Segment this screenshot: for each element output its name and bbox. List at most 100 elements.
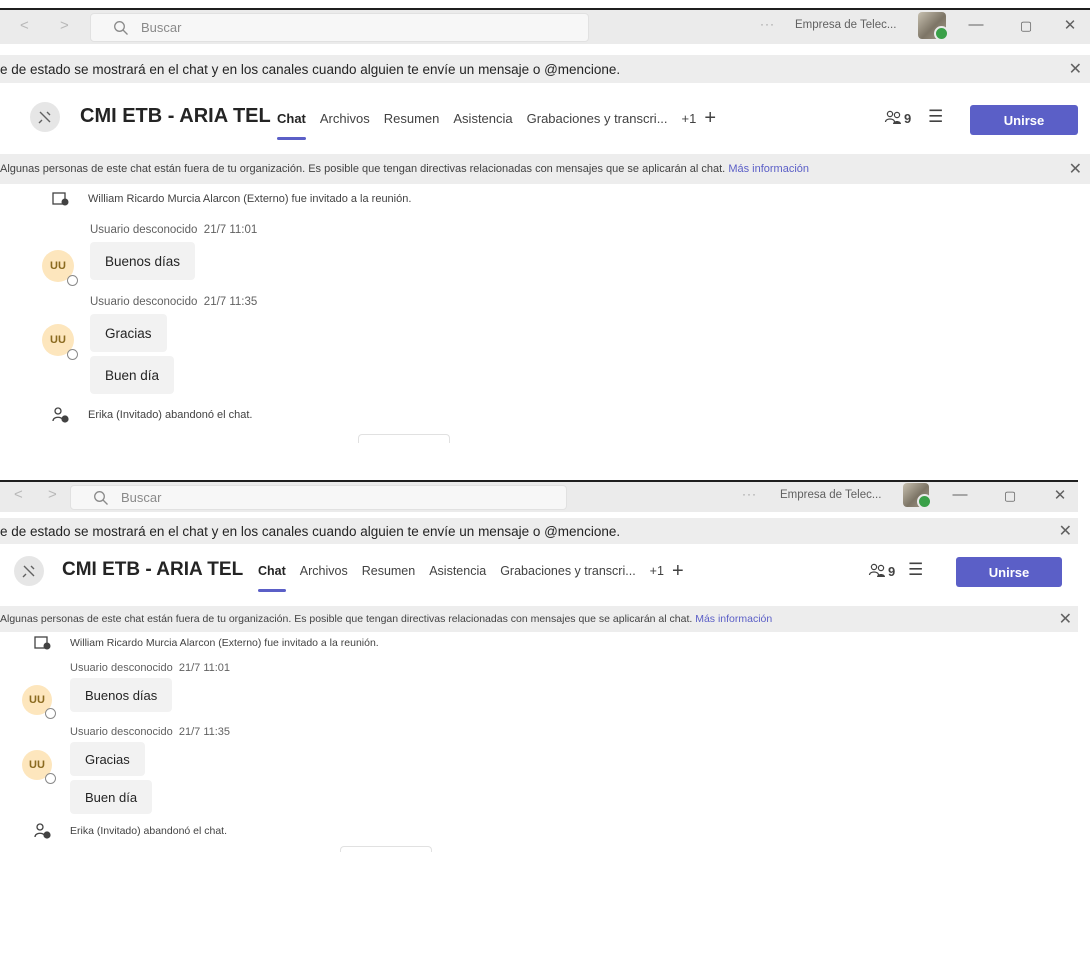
- tab-bar: Chat Archivos Resumen Asistencia Grabaci…: [258, 561, 684, 592]
- more-info-link[interactable]: Más información: [695, 613, 772, 625]
- status-notice-text: e de estado se mostrará en el chat y en …: [0, 523, 621, 539]
- forward-arrow-icon[interactable]: >: [60, 17, 69, 34]
- org-name[interactable]: Empresa de Telec...: [780, 489, 881, 501]
- offline-status-icon: [45, 773, 56, 784]
- search-icon: [94, 490, 108, 505]
- message-meta: Usuario desconocido 21/7 11:01: [70, 662, 231, 674]
- add-tab-icon[interactable]: +: [672, 561, 684, 581]
- external-people-banner: Algunas personas de este chat están fuer…: [0, 606, 1078, 632]
- search-input[interactable]: Buscar: [90, 13, 589, 42]
- search-placeholder: Buscar: [121, 490, 162, 505]
- join-button[interactable]: Unirse: [970, 105, 1078, 135]
- offline-status-icon: [45, 708, 56, 719]
- message-bubble[interactable]: Buen día: [90, 356, 175, 394]
- message-bubble[interactable]: Buenos días: [70, 678, 173, 712]
- external-people-banner: Algunas personas de este chat están fuer…: [0, 154, 1090, 184]
- close-window-icon[interactable]: ✕: [1060, 16, 1080, 34]
- close-window-icon[interactable]: ✕: [1050, 486, 1070, 504]
- meeting-chat-icon: [14, 556, 44, 586]
- list-view-icon[interactable]: ☰: [908, 560, 923, 580]
- message-bubble[interactable]: Buen día: [70, 780, 153, 814]
- search-input[interactable]: Buscar: [70, 485, 567, 510]
- avatar[interactable]: UU: [22, 685, 56, 719]
- back-arrow-icon[interactable]: <: [14, 486, 23, 503]
- more-info-link[interactable]: Más información: [728, 163, 809, 175]
- avatar[interactable]: UU: [42, 324, 78, 360]
- add-tab-icon[interactable]: +: [704, 108, 716, 128]
- avatar[interactable]: UU: [42, 250, 78, 286]
- presence-available-icon: [934, 26, 949, 41]
- restore-icon[interactable]: ▢: [1000, 488, 1020, 504]
- chat-header: CMI ETB - ARIA TEL Chat Archivos Resumen…: [0, 550, 1078, 592]
- search-icon: [114, 20, 128, 35]
- org-name[interactable]: Empresa de Telec...: [795, 19, 896, 31]
- avatar[interactable]: UU: [22, 750, 56, 784]
- message-meta: Usuario desconocido 21/7 11:01: [90, 224, 258, 236]
- chat-header: CMI ETB - ARIA TEL Chat Archivos Resumen…: [0, 92, 1090, 142]
- back-arrow-icon[interactable]: <: [20, 17, 29, 34]
- restore-icon[interactable]: ▢: [1016, 18, 1036, 34]
- title-bar: < > Buscar ··· Empresa de Telec... — ▢ ✕: [0, 480, 1078, 512]
- person-leave-icon: [34, 823, 51, 839]
- tab-more[interactable]: +1: [682, 111, 697, 126]
- calendar-invite-icon: [34, 636, 51, 650]
- tab-chat[interactable]: Chat: [258, 564, 286, 592]
- tab-bar: Chat Archivos Resumen Asistencia Grabaci…: [277, 108, 716, 140]
- message-bubble[interactable]: Gracias: [70, 742, 145, 776]
- title-bar: < > Buscar ··· Empresa de Telec... — ▢ ✕: [0, 8, 1090, 44]
- offline-status-icon: [67, 349, 78, 360]
- tab-archivos[interactable]: Archivos: [320, 111, 370, 126]
- participants-count: 9: [904, 110, 912, 126]
- search-placeholder: Buscar: [141, 20, 182, 35]
- banner-text: Algunas personas de este chat están fuer…: [0, 613, 773, 625]
- system-message-leave: Erika (Invitado) abandonó el chat.: [34, 822, 227, 840]
- screenshot-bottom: < > Buscar ··· Empresa de Telec... — ▢ ✕…: [0, 480, 1078, 852]
- tab-archivos[interactable]: Archivos: [300, 564, 348, 578]
- tab-resumen[interactable]: Resumen: [362, 564, 416, 578]
- message-meta: Usuario desconocido 21/7 11:35: [70, 726, 231, 738]
- user-avatar[interactable]: [918, 12, 949, 41]
- chat-area: William Ricardo Murcia Alarcon (Externo)…: [0, 632, 1078, 852]
- close-banner-icon[interactable]: ✕: [1069, 159, 1082, 179]
- tab-grabaciones[interactable]: Grabaciones y transcri...: [500, 564, 635, 578]
- system-message-invite: William Ricardo Murcia Alarcon (Externo)…: [52, 192, 411, 206]
- tab-grabaciones[interactable]: Grabaciones y transcri...: [527, 111, 668, 126]
- tab-asistencia[interactable]: Asistencia: [429, 564, 486, 578]
- join-button[interactable]: Unirse: [956, 557, 1062, 587]
- participants-button[interactable]: 9: [884, 110, 911, 126]
- message-meta: Usuario desconocido 21/7 11:35: [90, 296, 258, 308]
- presence-available-icon: [917, 494, 932, 509]
- close-notice-icon[interactable]: ✕: [1069, 59, 1082, 79]
- tab-chat[interactable]: Chat: [277, 111, 306, 140]
- participants-button[interactable]: 9: [868, 563, 895, 579]
- tab-asistencia[interactable]: Asistencia: [453, 111, 512, 126]
- banner-text: Algunas personas de este chat están fuer…: [0, 163, 810, 175]
- tab-resumen[interactable]: Resumen: [384, 111, 440, 126]
- message-bubble[interactable]: Buenos días: [90, 242, 196, 280]
- system-message-leave: Erika (Invitado) abandonó el chat.: [52, 406, 253, 424]
- status-notice-bar: e de estado se mostrará en el chat y en …: [0, 518, 1078, 544]
- screenshot-top: < > Buscar ··· Empresa de Telec... — ▢ ✕…: [0, 8, 1090, 450]
- scroll-to-bottom-stub[interactable]: [358, 434, 450, 443]
- status-notice-bar: e de estado se mostrará en el chat y en …: [0, 55, 1090, 83]
- system-message-invite: William Ricardo Murcia Alarcon (Externo)…: [34, 636, 379, 650]
- participants-count: 9: [888, 563, 896, 579]
- user-avatar[interactable]: [903, 483, 932, 509]
- close-notice-icon[interactable]: ✕: [1059, 521, 1072, 541]
- tab-more[interactable]: +1: [650, 564, 664, 578]
- list-view-icon[interactable]: ☰: [928, 107, 943, 127]
- message-bubble[interactable]: Gracias: [90, 314, 167, 352]
- close-banner-icon[interactable]: ✕: [1059, 609, 1072, 629]
- forward-arrow-icon[interactable]: >: [48, 486, 57, 503]
- chat-title: CMI ETB - ARIA TEL: [80, 105, 271, 127]
- people-icon: [868, 563, 885, 577]
- minimize-icon[interactable]: —: [950, 486, 970, 503]
- calendar-invite-icon: [52, 192, 69, 206]
- status-notice-text: e de estado se mostrará en el chat y en …: [0, 61, 621, 77]
- scroll-to-bottom-stub[interactable]: [340, 846, 432, 852]
- more-options-icon[interactable]: ···: [742, 487, 757, 501]
- person-leave-icon: [52, 407, 69, 423]
- more-options-icon[interactable]: ···: [760, 17, 775, 31]
- chat-title: CMI ETB - ARIA TEL: [62, 559, 244, 580]
- minimize-icon[interactable]: —: [966, 16, 986, 33]
